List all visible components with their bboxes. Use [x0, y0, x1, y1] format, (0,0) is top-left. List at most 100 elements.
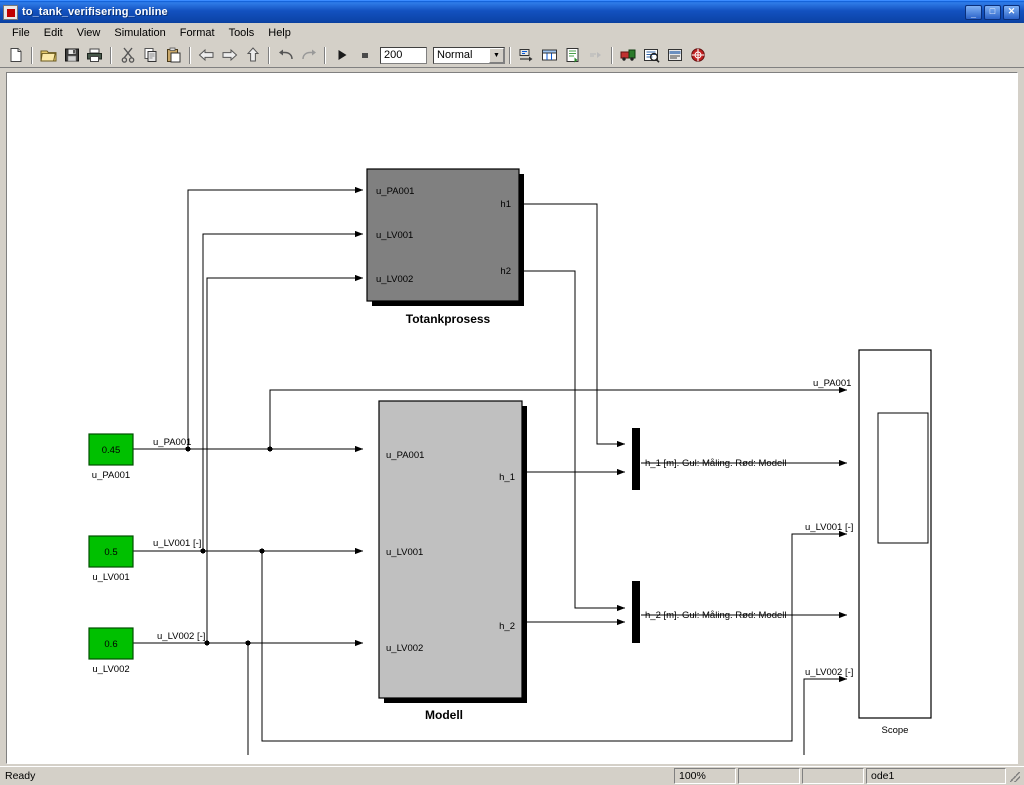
signal-label-scope-lv001: u_LV001 [-]	[805, 522, 853, 533]
totank-input-label-2: u_LV001	[376, 230, 413, 241]
stop-simulation-icon	[361, 53, 368, 58]
signal-label-mux1: h_1 [m]. Gul: Måling. Rød: Modell	[645, 458, 787, 469]
forward-button[interactable]	[219, 45, 240, 66]
zoom-level: 100%	[674, 768, 736, 784]
toolbar-separator-1	[31, 46, 33, 64]
minimize-icon: _	[970, 8, 976, 19]
mux-bar	[632, 581, 640, 643]
status-bar: Ready 100% ode1	[0, 766, 1024, 785]
minimize-button[interactable]: _	[965, 4, 982, 20]
constant-block-name: u_LV001	[92, 572, 129, 583]
line-lv002-to-scope	[247, 643, 848, 755]
signal-label-scope-pa001: u_PA001	[813, 378, 851, 389]
line-lv001-to-totank	[202, 230, 364, 551]
stop-simulation-button[interactable]	[354, 45, 375, 66]
simulation-mode-select[interactable]: Normal ▼	[433, 46, 505, 64]
line-h2-meas-to-mux2	[520, 270, 626, 612]
line-h1-meas-to-mux1	[520, 203, 626, 448]
totank-input-label-3: u_LV002	[376, 274, 413, 285]
canvas-area: u_PA001 u_LV001 u_LV002 h1 h2 Totankpros…	[0, 68, 1024, 766]
constant-block-name: u_LV002	[92, 664, 129, 675]
cut-button[interactable]	[117, 45, 138, 66]
report-button[interactable]	[664, 45, 685, 66]
save-model-button[interactable]	[61, 45, 82, 66]
totank-output-label-1: h1	[500, 199, 511, 210]
resize-grip-icon[interactable]	[1008, 768, 1022, 784]
signal-label-mux2: h_2 [m]. Gul: Måling. Rød: Modell	[645, 610, 787, 621]
stop-time-input[interactable]: 200	[380, 46, 427, 64]
simulink-window: to_tank_verifisering_online _ □ ✕ File E…	[0, 0, 1024, 785]
menu-simulation[interactable]: Simulation	[107, 25, 172, 41]
code-inspector-icon	[644, 49, 660, 63]
help-button[interactable]	[687, 45, 708, 66]
toolbar-separator-6	[509, 46, 511, 64]
model-explorer-icon	[542, 49, 557, 61]
scope-screen	[877, 412, 929, 544]
block-constant-lv002[interactable]: 0.6 u_LV002	[88, 627, 134, 675]
block-scope[interactable]: Scope	[858, 349, 932, 736]
go-up-button[interactable]	[242, 45, 263, 66]
simulation-mode-value: Normal	[437, 48, 473, 61]
menu-format[interactable]: Format	[173, 25, 222, 41]
block-mux-h1[interactable]	[632, 428, 640, 490]
undo-button[interactable]	[275, 45, 296, 66]
save-icon	[64, 48, 79, 62]
block-constant-pa001[interactable]: 0.45 u_PA001	[88, 433, 134, 481]
constant-value: 0.6	[104, 639, 117, 650]
maximize-button[interactable]: □	[984, 4, 1001, 20]
constant-block-name: u_PA001	[92, 470, 130, 481]
update-diagram-icon	[519, 49, 533, 62]
line-lv002-to-totank	[206, 274, 364, 643]
close-button[interactable]: ✕	[1003, 4, 1020, 20]
new-model-button[interactable]	[5, 45, 26, 66]
modell-output-label-1: h_1	[499, 472, 515, 483]
status-field-b	[738, 768, 800, 784]
build-model-icon	[620, 49, 636, 61]
line-pa001-to-totank	[187, 186, 364, 449]
line-lv001-to-scope	[261, 530, 848, 742]
menu-help[interactable]: Help	[261, 25, 298, 41]
update-diagram-button[interactable]	[516, 45, 537, 66]
print-button[interactable]	[84, 45, 105, 66]
go-to-parent-icon	[590, 52, 601, 58]
code-inspector-button[interactable]	[641, 45, 662, 66]
block-totankprosess[interactable]: u_PA001 u_LV001 u_LV002 h1 h2 Totankpros…	[366, 168, 524, 326]
start-simulation-button[interactable]	[331, 45, 352, 66]
menu-tools[interactable]: Tools	[222, 25, 262, 41]
toolbar-separator-3	[189, 46, 191, 64]
close-icon: ✕	[1007, 5, 1016, 16]
library-browser-icon	[566, 48, 579, 63]
build-model-button[interactable]	[618, 45, 639, 66]
cut-icon	[121, 47, 134, 63]
report-icon	[667, 49, 682, 61]
open-icon	[40, 50, 57, 62]
window-title: to_tank_verifisering_online	[22, 6, 168, 18]
toolbar-separator-2	[110, 46, 112, 64]
redo-button[interactable]	[298, 45, 319, 66]
block-constant-lv001[interactable]: 0.5 u_LV001	[88, 535, 134, 583]
model-canvas[interactable]: u_PA001 u_LV001 u_LV002 h1 h2 Totankpros…	[6, 72, 1018, 764]
title-bar: to_tank_verifisering_online _ □ ✕	[0, 0, 1024, 23]
model-explorer-button[interactable]	[539, 45, 560, 66]
paste-button[interactable]	[163, 45, 184, 66]
library-browser-button[interactable]	[562, 45, 583, 66]
back-button[interactable]	[196, 45, 217, 66]
menu-file[interactable]: File	[5, 25, 37, 41]
modell-input-label-2: u_LV001	[386, 547, 423, 558]
block-modell[interactable]: u_PA001 u_LV001 u_LV002 h_1 h_2 Modell	[378, 400, 527, 722]
up-icon	[246, 47, 259, 62]
help-icon	[690, 48, 705, 62]
menu-edit[interactable]: Edit	[37, 25, 70, 41]
back-icon	[198, 48, 214, 62]
open-model-button[interactable]	[38, 45, 59, 66]
go-to-parent-button[interactable]	[585, 45, 606, 66]
signal-label-scope-lv002: u_LV002 [-]	[805, 667, 853, 678]
menu-view[interactable]: View	[70, 25, 108, 41]
modell-input-label-3: u_LV002	[386, 643, 423, 654]
menu-bar: File Edit View Simulation Format Tools H…	[0, 23, 1024, 43]
totank-output-label-2: h2	[500, 266, 511, 277]
copy-button[interactable]	[140, 45, 161, 66]
toolbar-separator-4	[268, 46, 270, 64]
block-mux-h2[interactable]	[632, 581, 640, 643]
forward-icon	[222, 48, 238, 62]
